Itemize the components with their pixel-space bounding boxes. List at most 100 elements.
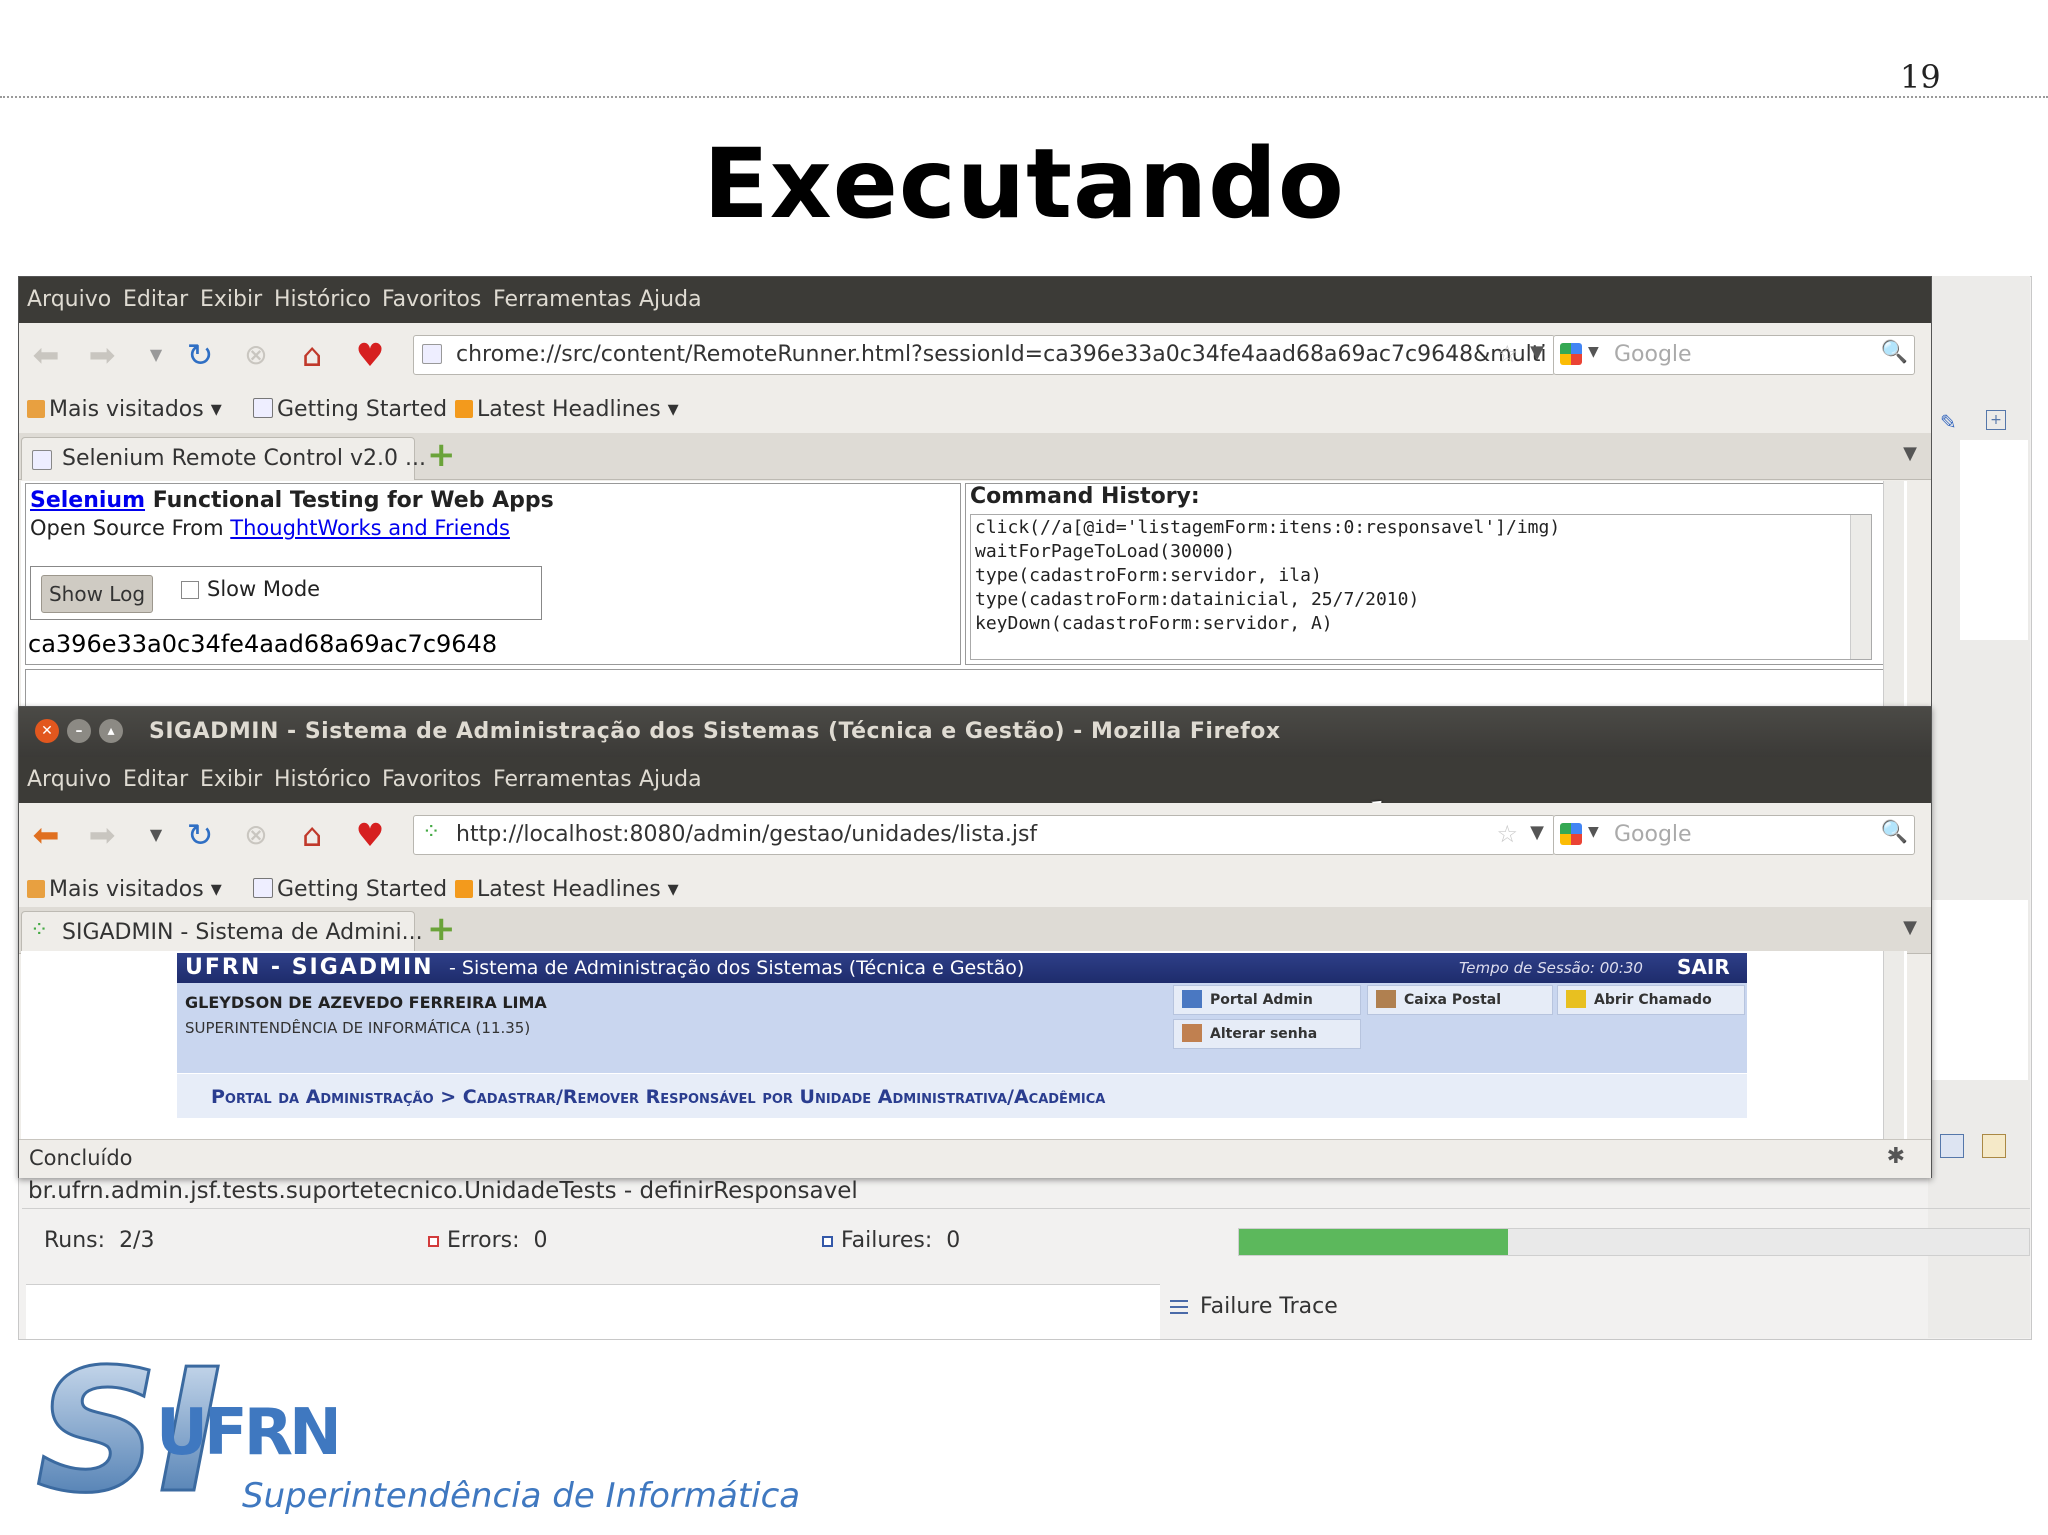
rss-icon bbox=[455, 400, 473, 418]
slow-mode-checkbox[interactable] bbox=[181, 581, 199, 599]
minimize-icon[interactable]: – bbox=[67, 719, 91, 743]
tab-sigadmin[interactable]: ⁘ SIGADMIN - Sistema de Admini... bbox=[21, 911, 423, 954]
back-icon[interactable]: ⬅ bbox=[27, 816, 65, 854]
bookmark-mais-visitados[interactable]: Mais visitados ▾ bbox=[27, 397, 222, 422]
selenium-link[interactable]: Selenium bbox=[30, 488, 145, 513]
user-department: SUPERINTENDÊNCIA DE INFORMÁTICA (11.35) bbox=[185, 1019, 531, 1037]
history-dropdown-icon[interactable]: ▼ bbox=[137, 816, 175, 854]
menu-exibir[interactable]: Exibir bbox=[200, 767, 262, 792]
caixa-postal-button[interactable]: Caixa Postal bbox=[1367, 985, 1553, 1015]
thoughtworks-link[interactable]: ThoughtWorks and Friends bbox=[230, 516, 510, 540]
page-icon bbox=[32, 450, 52, 470]
url-text[interactable]: chrome://src/content/RemoteRunner.html?s… bbox=[456, 342, 1547, 367]
url-dropdown-icon[interactable]: ▼ bbox=[1530, 342, 1544, 363]
bookmark-getting-started[interactable]: Getting Started bbox=[253, 397, 447, 422]
search-box[interactable]: ▼ Google 🔍 bbox=[1553, 815, 1915, 855]
search-placeholder[interactable]: Google bbox=[1614, 822, 1692, 847]
url-dropdown-icon[interactable]: ▼ bbox=[1530, 822, 1544, 843]
loading-icon: ⁘ bbox=[422, 820, 441, 845]
stop-icon[interactable]: ⊗ bbox=[237, 816, 275, 854]
bookmark-star-icon[interactable]: ☆ bbox=[1496, 820, 1518, 848]
tab-list-icon[interactable]: ▼ bbox=[1903, 917, 1917, 938]
url-bar[interactable]: ⁘ http://localhost:8080/admin/gestao/uni… bbox=[413, 815, 1555, 855]
engine-dropdown-icon[interactable]: ▼ bbox=[1588, 344, 1599, 360]
menu-ferramentas[interactable]: Ferramentas bbox=[493, 287, 632, 312]
menu-favoritos[interactable]: Favoritos bbox=[382, 287, 481, 312]
search-box[interactable]: ▼ Google 🔍 bbox=[1553, 335, 1915, 375]
close-icon[interactable]: ✕ bbox=[35, 719, 59, 743]
menu-editar[interactable]: Editar bbox=[123, 767, 188, 792]
search-icon[interactable]: 🔍 bbox=[1881, 340, 1908, 365]
search-placeholder[interactable]: Google bbox=[1614, 342, 1692, 367]
logo-text: Superintendência de Informática bbox=[242, 1476, 801, 1516]
forward-icon[interactable]: ➡ bbox=[83, 816, 121, 854]
selenium-heading: Selenium Functional Testing for Web Apps bbox=[30, 488, 554, 513]
junit-errors-filter-icon[interactable] bbox=[1940, 1134, 1964, 1158]
menu-arquivo[interactable]: Arquivo bbox=[27, 287, 111, 312]
menu-ferramentas[interactable]: Ferramentas bbox=[493, 767, 632, 792]
search-icon[interactable]: 🔍 bbox=[1881, 820, 1908, 845]
url-bar[interactable]: chrome://src/content/RemoteRunner.html?s… bbox=[413, 335, 1555, 375]
rss-icon bbox=[455, 880, 473, 898]
menu-ajuda[interactable]: Ajuda bbox=[639, 767, 702, 792]
bookmark-label: Latest Headlines bbox=[477, 877, 661, 902]
bookmark-mais-visitados[interactable]: Mais visitados ▾ bbox=[27, 877, 222, 902]
command-line: type(cadastroForm:servidor, ila) bbox=[975, 565, 1322, 586]
pin-icon[interactable]: ✎ bbox=[1940, 410, 1957, 434]
menu-historico[interactable]: Histórico bbox=[274, 287, 371, 312]
menu-editar[interactable]: Editar bbox=[123, 287, 188, 312]
firefox-window-sigadmin: ✕ – ▴ SIGADMIN - Sistema de Administraçã… bbox=[18, 706, 1932, 1178]
window-title: SIGADMIN - Sistema de Administração dos … bbox=[149, 719, 1281, 744]
tab-list-icon[interactable]: ▼ bbox=[1903, 443, 1917, 464]
command-history-scrollbar[interactable] bbox=[1850, 515, 1871, 659]
history-dropdown-icon[interactable]: ▼ bbox=[137, 336, 175, 374]
heart-icon[interactable]: ♥ bbox=[351, 816, 389, 854]
google-icon[interactable] bbox=[1560, 343, 1582, 365]
logout-link[interactable]: SAIR bbox=[1677, 955, 1730, 979]
mailbox-icon bbox=[1376, 990, 1396, 1008]
abrir-chamado-button[interactable]: Abrir Chamado bbox=[1557, 985, 1745, 1015]
menu-arquivo[interactable]: Arquivo bbox=[27, 767, 111, 792]
bookmark-latest-headlines[interactable]: Latest Headlines ▾ bbox=[455, 877, 679, 902]
reload-icon[interactable]: ↻ bbox=[181, 336, 219, 374]
alterar-senha-button[interactable]: Alterar senha bbox=[1173, 1019, 1361, 1049]
new-tab-icon[interactable]: + bbox=[427, 909, 456, 949]
back-icon[interactable]: ⬅ bbox=[27, 336, 65, 374]
open-source-text: Open Source From bbox=[30, 516, 224, 540]
stop-icon[interactable]: ⊗ bbox=[237, 336, 275, 374]
bookmark-getting-started[interactable]: Getting Started bbox=[253, 877, 447, 902]
maximize-icon[interactable]: ▴ bbox=[99, 719, 123, 743]
url-text[interactable]: http://localhost:8080/admin/gestao/unida… bbox=[456, 822, 1037, 847]
junit-history-icon[interactable] bbox=[1982, 1134, 2006, 1158]
tab-title: Selenium Remote Control v2.0 ... bbox=[62, 446, 426, 471]
junit-progress-bar bbox=[1238, 1228, 2030, 1256]
menu-historico[interactable]: Histórico bbox=[274, 767, 371, 792]
menu-ajuda[interactable]: Ajuda bbox=[639, 287, 702, 312]
stack-trace-icon bbox=[1170, 1300, 1188, 1314]
new-tab-icon[interactable]: + bbox=[427, 435, 456, 475]
menu-favoritos[interactable]: Favoritos bbox=[382, 767, 481, 792]
page-icon bbox=[253, 398, 273, 418]
portal-admin-button[interactable]: Portal Admin bbox=[1173, 985, 1361, 1015]
reload-icon[interactable]: ↻ bbox=[181, 816, 219, 854]
bookmark-label: Mais visitados bbox=[49, 877, 204, 902]
menu-exibir[interactable]: Exibir bbox=[200, 287, 262, 312]
command-line: click(//a[@id='listagemForm:itens:0:resp… bbox=[975, 517, 1561, 538]
tab-selenium[interactable]: Selenium Remote Control v2.0 ... bbox=[21, 437, 426, 480]
heart-icon[interactable]: ♥ bbox=[351, 336, 389, 374]
engine-dropdown-icon[interactable]: ▼ bbox=[1588, 824, 1599, 840]
page-scrollbar[interactable] bbox=[1883, 951, 1904, 1139]
home-icon[interactable]: ⌂ bbox=[293, 336, 331, 374]
bookmark-latest-headlines[interactable]: Latest Headlines ▾ bbox=[455, 397, 679, 422]
eclipse-editor-area bbox=[1960, 440, 2028, 640]
expand-icon[interactable]: + bbox=[1986, 410, 2006, 430]
status-bar: Concluído ✱ bbox=[19, 1139, 1931, 1178]
google-icon[interactable] bbox=[1560, 823, 1582, 845]
home-icon[interactable]: ⌂ bbox=[293, 816, 331, 854]
bookmark-star-icon[interactable]: ☆ bbox=[1496, 340, 1518, 368]
page-scrollbar[interactable] bbox=[1883, 481, 1904, 707]
bug-icon[interactable]: ✱ bbox=[1887, 1144, 1905, 1169]
command-history-list[interactable]: click(//a[@id='listagemForm:itens:0:resp… bbox=[970, 514, 1872, 660]
forward-icon[interactable]: ➡ bbox=[83, 336, 121, 374]
show-log-button[interactable]: Show Log bbox=[41, 575, 153, 613]
